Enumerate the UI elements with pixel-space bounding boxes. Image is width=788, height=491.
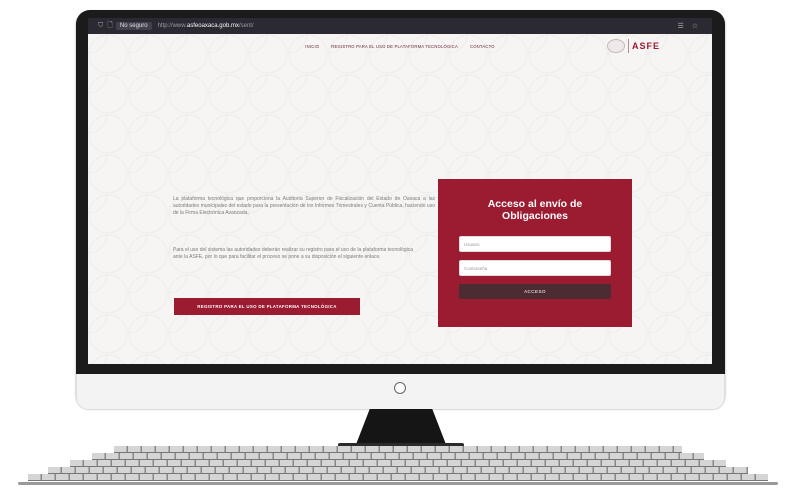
keyboard-row-5 [28,474,768,481]
url-text[interactable]: http://www.asfeoaxaca.gob.mx/sent/ [158,23,254,29]
login-title: Acceso al envío de Obligaciones [438,198,632,222]
intro-paragraph: La plataforma tecnológica que proporcion… [173,196,435,217]
reader-icon[interactable]: ☰ [677,22,683,30]
browser-actions: ☰ ☆ [677,22,698,30]
register-platform-button[interactable]: REGISTRO PARA EL USO DE PLATAFORMA TECNO… [174,298,360,315]
nav-item-contacto[interactable]: CONTACTO [470,44,495,49]
shield-icon[interactable]: ⛉ [98,22,103,30]
power-icon[interactable] [394,382,406,394]
keyboard [18,446,778,486]
keyboard-row-3 [70,460,726,467]
logo-name: ASFE [631,40,660,51]
asfe-logo[interactable]: ASFE [606,39,660,53]
login-title-line2: Obligaciones [502,209,568,222]
oaxaca-seal-icon [606,39,625,53]
logo-divider [627,39,629,53]
browser-address-bar[interactable]: ⛉ 🗋 No seguro http://www.asfeoaxaca.gob.… [88,18,712,34]
url-path: /sent/ [238,23,254,29]
username-input[interactable] [459,236,611,252]
bookmark-star-icon[interactable]: ☆ [692,22,698,30]
monitor-stand [355,409,447,447]
nav-item-registro[interactable]: REGISTRO PARA EL USO DE PLATAFORMA TECNO… [331,44,458,49]
url-domain: asfeoaxaca.gob.mx [186,23,239,29]
lock-icon[interactable]: 🗋 [107,21,113,32]
web-page: INICIO REGISTRO PARA EL USO DE PLATAFORM… [88,34,712,364]
keyboard-base [18,482,778,485]
login-title-line1: Acceso al envío de [487,198,583,210]
keyboard-row-1 [114,446,682,453]
nav-item-inicio[interactable]: INICIO [305,44,319,49]
login-panel: Acceso al envío de Obligaciones ACCESO [438,179,632,327]
access-button[interactable]: ACCESO [459,284,611,299]
logo-text: ASFE [631,40,660,51]
registration-paragraph: Para el uso del sistema las autoridades … [173,247,413,261]
insecure-badge[interactable]: No seguro [115,22,152,30]
url-prefix: http://www. [157,23,187,29]
password-input[interactable] [459,260,611,276]
keyboard-row-4 [48,467,748,474]
keyboard-row-2 [92,453,704,460]
